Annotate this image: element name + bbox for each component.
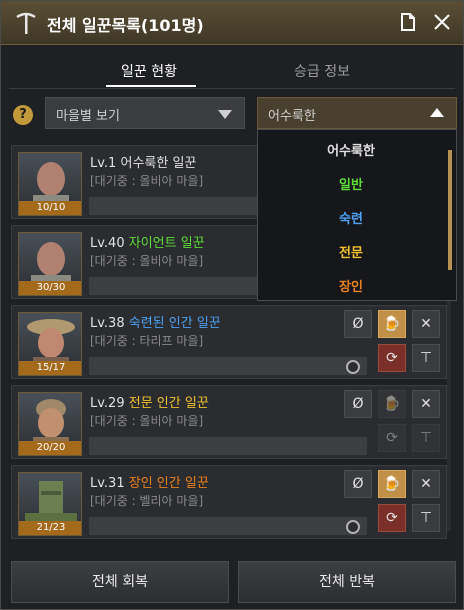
help-icon[interactable]: ?: [13, 105, 33, 125]
worker-state: [대기중 : 올비아 마을]: [90, 254, 204, 268]
grade-select-value: 어수룩한: [268, 109, 316, 124]
worker-portrait: 15/17: [18, 312, 82, 376]
no-sleep-icon[interactable]: Ø: [344, 310, 372, 338]
upgrade-icon[interactable]: ⊤: [412, 344, 440, 372]
worker-name: Lv.29 전문 인간 일꾼: [90, 396, 209, 411]
no-sleep-icon[interactable]: Ø: [344, 390, 372, 418]
worker-state: [대기중 : 타리프 마을]: [90, 334, 204, 348]
stamina-badge: 10/10: [19, 201, 81, 215]
tab-divider: [9, 88, 455, 89]
no-sleep-icon[interactable]: Ø: [344, 470, 372, 498]
active-tab-indicator: [106, 85, 196, 87]
beer-icon[interactable]: 🍺: [378, 390, 406, 418]
dropdown-scrollbar[interactable]: [448, 150, 452, 270]
tab-bar: 일꾼 현황 승급 정보: [1, 57, 463, 89]
dropdown-option-artisan[interactable]: 장인: [258, 276, 444, 295]
dropdown-option-professional[interactable]: 전문: [258, 242, 444, 261]
worker-state: [대기중 : 올비아 마을]: [90, 174, 204, 188]
tab-promotion-info[interactable]: 승급 정보: [294, 61, 350, 81]
worker-name: Lv.38 숙련된 인간 일꾼: [90, 316, 221, 331]
repeat-icon[interactable]: ⟳: [378, 344, 406, 372]
stamina-badge: 15/17: [19, 361, 81, 375]
worker-name: Lv.31 장인 인간 일꾼: [90, 476, 209, 491]
fire-worker-icon[interactable]: ✕: [412, 470, 440, 498]
worker-row[interactable]: 15/17 Lv.38 숙련된 인간 일꾼 [대기중 : 타리프 마을] Ø 🍺…: [11, 305, 447, 379]
worker-portrait: 30/30: [18, 232, 82, 296]
chevron-down-icon: [218, 110, 232, 119]
stamina-badge: 20/20: [19, 441, 81, 455]
pickaxe-icon: [15, 11, 37, 35]
close-icon[interactable]: [431, 11, 453, 33]
work-progress-bar: [88, 356, 368, 376]
worker-portrait: 21/23: [18, 472, 82, 536]
worker-state: [대기중 : 벨리아 마을]: [90, 494, 204, 508]
stamina-badge: 21/23: [19, 521, 81, 535]
tab-worker-status[interactable]: 일꾼 현황: [121, 61, 177, 81]
upgrade-icon[interactable]: ⊤: [412, 504, 440, 532]
village-select-value: 마을별 보기: [56, 109, 120, 124]
repeat-icon[interactable]: ⟳: [378, 504, 406, 532]
worker-list-window: 전체 일꾼목록(101명) 일꾼 현황 승급 정보 ? 마을별 보기 어수룩한 …: [0, 0, 464, 610]
dropdown-option-novice[interactable]: 어수룩한: [258, 140, 444, 159]
worker-portrait: 10/10: [18, 152, 82, 216]
refresh-icon[interactable]: [346, 360, 360, 374]
fire-worker-icon[interactable]: ✕: [412, 390, 440, 418]
stamina-badge: 30/30: [19, 281, 81, 295]
worker-row[interactable]: 20/20 Lv.29 전문 인간 일꾼 [대기중 : 올비아 마을] Ø 🍺 …: [11, 385, 447, 459]
document-icon[interactable]: [397, 11, 419, 33]
refresh-icon[interactable]: [346, 520, 360, 534]
chevron-up-icon: [430, 108, 444, 117]
upgrade-icon[interactable]: ⊤: [412, 424, 440, 452]
worker-state: [대기중 : 올비아 마을]: [90, 414, 204, 428]
beer-icon[interactable]: 🍺: [378, 470, 406, 498]
worker-row[interactable]: 21/23 Lv.31 장인 인간 일꾼 [대기중 : 벨리아 마을] Ø 🍺 …: [11, 465, 447, 539]
work-progress-bar: [88, 436, 368, 456]
repeat-all-button[interactable]: 전체 반복: [238, 561, 456, 603]
grade-select[interactable]: 어수룩한: [257, 97, 457, 129]
title-bar[interactable]: 전체 일꾼목록(101명): [1, 1, 463, 45]
grade-dropdown-menu[interactable]: 어수룩한 일반 숙련 전문 장인: [257, 129, 457, 301]
beer-icon[interactable]: 🍺: [378, 310, 406, 338]
dropdown-option-normal[interactable]: 일반: [258, 174, 444, 193]
worker-name: Lv.1 어수룩한 일꾼: [90, 156, 197, 171]
dropdown-option-skilled[interactable]: 숙련: [258, 208, 444, 227]
worker-name: Lv.40 자이언트 일꾼: [90, 236, 205, 251]
window-title: 전체 일꾼목록(101명): [47, 16, 204, 35]
worker-portrait: 20/20: [18, 392, 82, 456]
recover-all-button[interactable]: 전체 회복: [11, 561, 229, 603]
work-progress-bar: [88, 516, 368, 536]
village-view-select[interactable]: 마을별 보기: [45, 97, 245, 129]
repeat-icon[interactable]: ⟳: [378, 424, 406, 452]
fire-worker-icon[interactable]: ✕: [412, 310, 440, 338]
